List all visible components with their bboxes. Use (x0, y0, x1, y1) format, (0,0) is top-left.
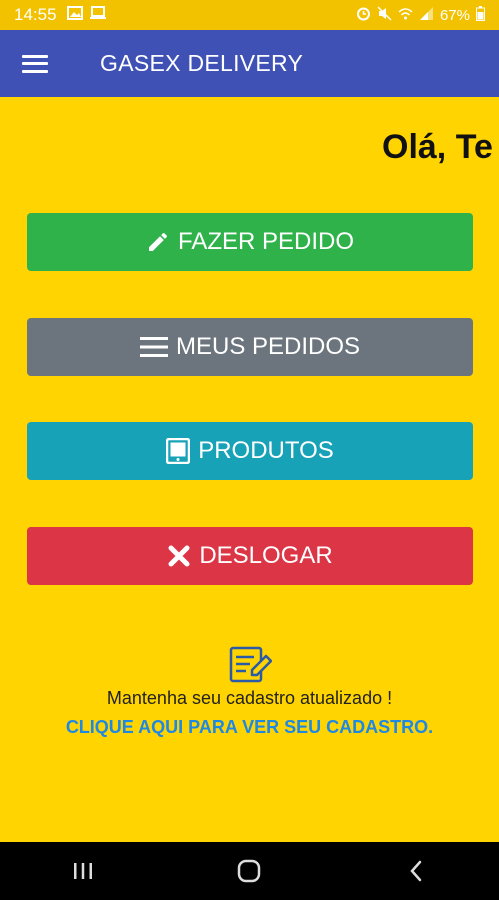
list-icon (139, 336, 168, 358)
view-profile-link[interactable]: CLIQUE AQUI PARA VER SEU CADASTRO. (0, 717, 499, 738)
fazer-pedido-label: FAZER PEDIDO (177, 228, 355, 255)
app-bar: GASEX DELIVERY (0, 30, 499, 97)
recent-apps-icon[interactable] (53, 842, 113, 900)
system-nav-bar (0, 842, 499, 900)
alarm-icon (356, 6, 371, 25)
close-icon (167, 544, 191, 568)
status-time: 14:55 (14, 5, 57, 24)
edit-document-icon (228, 645, 273, 685)
hamburger-menu-icon[interactable] (0, 30, 70, 97)
battery-icon (476, 5, 485, 25)
deslogar-button[interactable]: DESLOGAR (27, 527, 473, 585)
signal-icon (419, 6, 434, 25)
battery-text: 67% (439, 6, 470, 24)
wifi-icon (398, 6, 413, 25)
home-icon[interactable] (219, 842, 279, 900)
tablet-icon (166, 438, 191, 464)
image-icon (66, 5, 83, 25)
produtos-label: PRODUTOS (198, 437, 334, 464)
deslogar-label: DESLOGAR (199, 542, 333, 569)
fazer-pedido-button[interactable]: FAZER PEDIDO (27, 213, 473, 271)
pencil-icon (146, 230, 170, 254)
back-icon[interactable] (386, 842, 446, 900)
meus-pedidos-label: MEUS PEDIDOS (175, 333, 361, 360)
status-bar: 14:55 67% (0, 0, 499, 30)
produtos-button[interactable]: PRODUTOS (27, 422, 473, 480)
greeting-text: Olá, Te (382, 128, 493, 166)
profile-note-text: Mantenha seu cadastro atualizado ! (106, 688, 393, 708)
mute-icon (377, 5, 392, 25)
app-title: GASEX DELIVERY (100, 50, 304, 76)
meus-pedidos-button[interactable]: MEUS PEDIDOS (27, 318, 473, 376)
laptop-icon (89, 5, 107, 25)
